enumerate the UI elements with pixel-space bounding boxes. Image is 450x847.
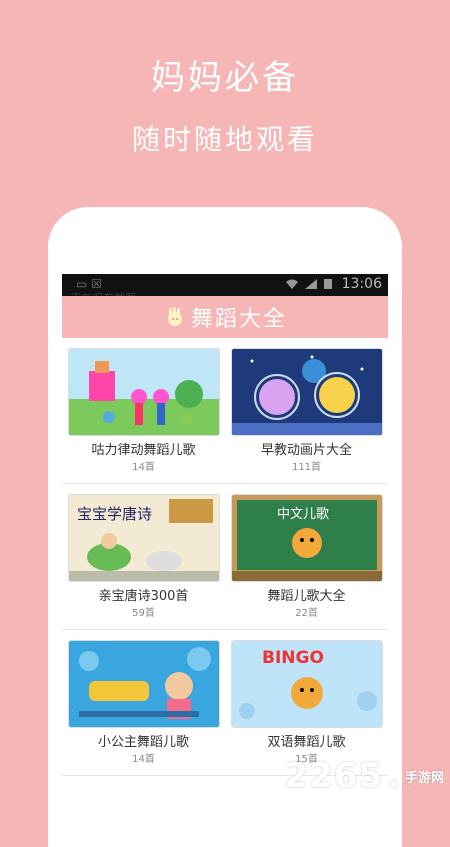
wifi-icon [285,278,299,290]
album-title: 亲宝唐诗300首 [98,589,189,604]
album-title: 早教动画片大全 [260,443,352,458]
promo-subtitle: 随时随地观看 [131,123,318,156]
album-title: 小公主舞蹈儿歌 [97,735,189,750]
album-thumbnail[interactable]: 中文儿歌 [231,494,383,582]
signal-icon [304,278,318,290]
watermark-name: 手游网 [404,770,444,786]
album-thumbnail[interactable] [68,348,220,436]
album-count: 14首 [132,462,155,473]
album-title: 咕力律动舞蹈儿歌 [91,443,196,458]
album-card[interactable]: 宝宝学唐诗 亲宝唐诗300首 59首 [62,484,225,630]
watermark-number: 2265 [284,756,384,796]
hand-icon [167,307,182,326]
album-thumbnail[interactable]: 宝宝学唐诗 [68,494,220,582]
header-title: 舞蹈大全 [190,307,287,332]
page-header: 舞蹈大全 [62,296,388,338]
site-watermark: 2265 . 手游网 [284,756,444,796]
album-card[interactable]: 咕力律动舞蹈儿歌 14首 [62,338,225,484]
status-time: 13:06 [341,276,382,292]
promo-title: 妈妈必备 [151,58,299,98]
album-title: 舞蹈儿歌大全 [267,589,346,604]
battery-icon [323,278,337,290]
thumb-text: 宝宝学唐诗 [77,505,152,523]
album-count: 59首 [132,608,155,619]
album-thumbnail[interactable] [68,640,220,728]
album-thumbnail[interactable]: BINGO [231,640,383,728]
album-card[interactable]: BINGO 双语舞蹈儿歌 15首 [225,630,388,776]
album-count: 22首 [295,608,318,619]
album-card[interactable]: 中文儿歌 舞蹈儿歌大全 22首 [225,484,388,630]
album-card[interactable]: 早教动画片大全 111首 [225,338,388,484]
watermark-dot: . [387,756,401,796]
album-count: 14首 [132,754,155,765]
album-title: 双语舞蹈儿歌 [267,735,346,750]
album-grid: 咕力律动舞蹈儿歌 14首 早教动画片大全 111首 宝宝学唐诗 亲宝唐诗300首… [62,338,388,776]
thumb-text: BINGO [262,648,324,668]
album-count: 111首 [291,462,322,473]
album-card[interactable]: 小公主舞蹈儿歌 14首 [62,630,225,776]
status-bar: ▭ ☒ 13:06 正在保存截图 [62,274,388,305]
app-icon: ▭ ☒ [76,277,102,291]
phone-screen: ▭ ☒ 13:06 正在保存截图 舞蹈大全 [62,274,388,800]
album-thumbnail[interactable] [231,348,383,436]
thumb-text: 中文儿歌 [277,507,329,522]
